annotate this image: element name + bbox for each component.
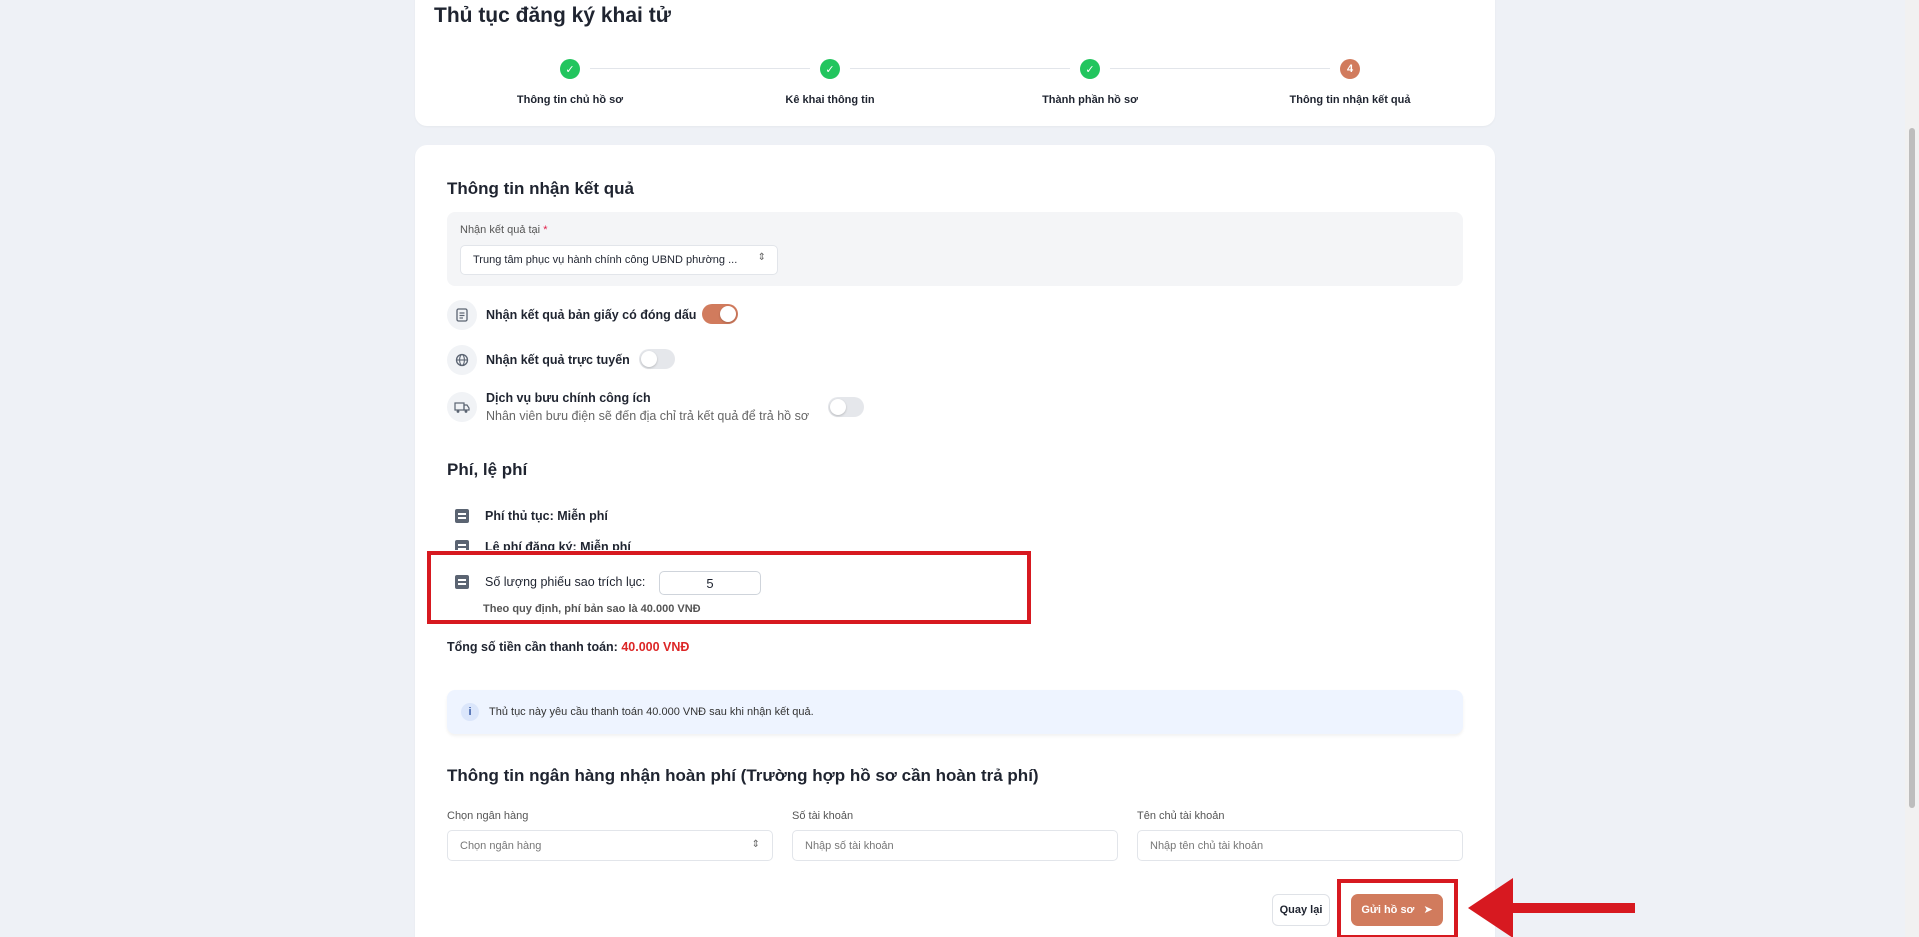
- step-label: Thông tin chủ hồ sơ: [516, 94, 624, 106]
- fee-registration: Lệ phí đăng ký: Miễn phí: [485, 540, 631, 550]
- result-location-label: Nhận kết quả tại *: [460, 224, 548, 236]
- option-postal: Dịch vụ bưu chính công ích Nhân viên bưu…: [447, 391, 809, 423]
- fee-registration-row: Lệ phí đăng ký: Miễn phí: [455, 540, 631, 550]
- step-label: Thành phần hồ sơ: [1042, 94, 1138, 106]
- payment-info-text: Thủ tục này yêu cầu thanh toán 40.000 VN…: [489, 706, 814, 718]
- total-label: Tổng số tiền cần thanh toán:: [447, 640, 618, 654]
- fee-procedure: Phí thủ tục: Miễn phí: [485, 509, 608, 523]
- back-button[interactable]: Quay lại: [1272, 894, 1330, 926]
- stepper: ✓ Thông tin chủ hồ sơ ✓ Kê khai thông ti…: [440, 56, 1480, 116]
- step-3: ✓ Thành phần hồ sơ: [960, 56, 1220, 106]
- fee-registration-clip: Lệ phí đăng ký: Miễn phí: [447, 539, 1003, 550]
- chevron-updown-icon: ⇕: [757, 252, 766, 263]
- bank-select[interactable]: Chọn ngân hàng ⇕: [447, 830, 773, 861]
- result-section-title: Thông tin nhận kết quả: [447, 179, 634, 198]
- result-location-group: Nhận kết quả tại * Trung tâm phục vụ hàn…: [447, 212, 1463, 286]
- chevron-updown-icon: ⇕: [751, 839, 760, 850]
- option-paper-label: Nhận kết quả bản giấy có đóng dấu: [486, 308, 697, 322]
- info-icon: i: [461, 703, 479, 721]
- step-2: ✓ Kê khai thông tin: [700, 56, 960, 106]
- arrow-icon: [1468, 878, 1513, 937]
- step-1: ✓ Thông tin chủ hồ sơ: [440, 56, 700, 106]
- step-4: 4 Thông tin nhận kết quả: [1220, 56, 1480, 106]
- truck-icon: [447, 392, 477, 422]
- option-online: Nhận kết quả trực tuyến: [447, 345, 630, 375]
- bank-select-placeholder: Chọn ngân hàng: [460, 840, 542, 852]
- total-amount: 40.000 VNĐ: [621, 640, 690, 654]
- total-payment: Tổng số tiền cần thanh toán: 40.000 VNĐ: [447, 640, 689, 654]
- check-icon: ✓: [560, 59, 580, 79]
- step-label: Kê khai thông tin: [785, 94, 875, 106]
- step-label: Thông tin nhận kết quả: [1289, 94, 1411, 106]
- scrollbar-thumb[interactable]: [1909, 128, 1915, 808]
- option-postal-label: Dịch vụ bưu chính công ích: [486, 391, 651, 405]
- account-holder-label: Tên chủ tài khoản: [1137, 810, 1225, 822]
- list-icon: [455, 540, 469, 550]
- document-icon: [447, 300, 477, 330]
- account-number-label: Số tài khoản: [792, 810, 854, 822]
- list-icon: [455, 509, 469, 523]
- scrollbar[interactable]: [1905, 0, 1919, 937]
- option-postal-description: Nhân viên bưu điện sẽ đến địa chỉ trả kế…: [486, 409, 810, 423]
- fees-section-title: Phí, lệ phí: [447, 460, 528, 479]
- option-online-label: Nhận kết quả trực tuyến: [486, 353, 630, 367]
- result-location-select[interactable]: Trung tâm phục vụ hành chính công UBND p…: [460, 245, 778, 275]
- payment-info-box: i Thủ tục này yêu cầu thanh toán 40.000 …: [447, 690, 1463, 734]
- bank-section-title: Thông tin ngân hàng nhận hoàn phí (Trườn…: [447, 766, 1039, 785]
- page-title: Thủ tục đăng ký khai tử: [434, 4, 671, 27]
- account-number-input[interactable]: Nhập số tài khoản: [792, 830, 1118, 861]
- highlight-box: [1337, 879, 1458, 937]
- highlight-box: [427, 551, 1031, 624]
- check-icon: ✓: [1080, 59, 1100, 79]
- globe-icon: [447, 345, 477, 375]
- check-icon: ✓: [820, 59, 840, 79]
- bank-label: Chọn ngân hàng: [447, 810, 529, 822]
- toggle-online-result[interactable]: [639, 349, 675, 369]
- account-holder-input[interactable]: Nhập tên chủ tài khoản: [1137, 830, 1463, 861]
- step-number: 4: [1340, 59, 1360, 79]
- toggle-paper-result[interactable]: [702, 304, 738, 324]
- toggle-postal-service[interactable]: [828, 397, 864, 417]
- option-paper: Nhận kết quả bản giấy có đóng dấu: [447, 300, 696, 330]
- arrow-shaft: [1508, 903, 1635, 913]
- result-location-value: Trung tâm phục vụ hành chính công UBND p…: [473, 254, 738, 266]
- fee-procedure-row: Phí thủ tục: Miễn phí: [455, 509, 608, 523]
